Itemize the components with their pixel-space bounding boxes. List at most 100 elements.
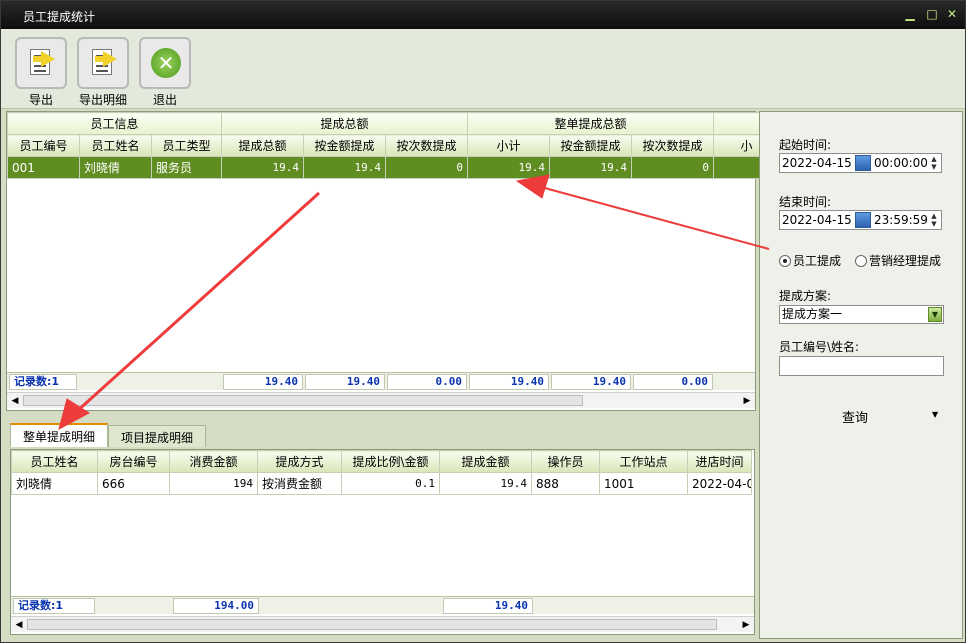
- detail-tabs: 整单提成明细 项目提成明细: [6, 421, 756, 447]
- column-header[interactable]: 提成金额: [439, 450, 532, 473]
- tab-item-commission-detail[interactable]: 项目提成明细: [108, 425, 207, 447]
- title-bar: 员工提成统计 ▁ □ ✕: [1, 1, 965, 29]
- scroll-right-icon[interactable]: ▶: [740, 394, 754, 408]
- minimize-icon[interactable]: ▁: [903, 7, 917, 21]
- cell: 19.4: [439, 472, 532, 495]
- summary-footer: 记录数:1 19.40 19.40 0.00 19.40 19.40 0.00: [7, 372, 755, 390]
- record-count: 记录数:1: [13, 598, 95, 614]
- column-header[interactable]: 员工姓名: [11, 450, 98, 473]
- end-time-value[interactable]: 23:59:59: [874, 211, 928, 229]
- calendar-icon[interactable]: [855, 212, 871, 228]
- scheme-select[interactable]: 提成方案一 ▼: [779, 305, 944, 324]
- column-header[interactable]: 员工姓名: [79, 134, 152, 157]
- start-date-value[interactable]: 2022-04-15: [782, 154, 852, 172]
- horizontal-scrollbar[interactable]: ◀ ▶: [7, 392, 755, 408]
- end-datetime-picker[interactable]: 2022-04-15 23:59:59 ▲ ▼: [779, 210, 942, 230]
- cell: 194: [169, 472, 258, 495]
- export-label: 导出: [28, 93, 53, 107]
- column-header[interactable]: 房台编号: [97, 450, 170, 473]
- cell: 19.4: [303, 156, 387, 179]
- commission-summary-panel: 员工信息 提成总额 整单提成总额 员工编号 员工姓名 员工类型 提成总额 按金额…: [6, 111, 781, 411]
- end-date-value[interactable]: 2022-04-15: [782, 211, 852, 229]
- summary-value: 0.00: [633, 374, 713, 390]
- column-header[interactable]: 按次数提成: [385, 134, 469, 157]
- radio-employee-commission[interactable]: 员工提成: [779, 252, 841, 269]
- band-order-commission-total: 整单提成总额: [467, 112, 715, 135]
- spin-icon[interactable]: ▲ ▼: [928, 155, 940, 171]
- summary-value: 0.00: [387, 374, 467, 390]
- radio-label: 员工提成: [793, 254, 842, 268]
- radio-manager-commission[interactable]: 营销经理提成: [855, 252, 941, 269]
- column-header[interactable]: 提成总额: [221, 134, 305, 157]
- cell: 19.4: [467, 156, 551, 179]
- chevron-down-icon[interactable]: ▼: [928, 307, 942, 322]
- cell: 0: [631, 156, 715, 179]
- column-header[interactable]: 提成方式: [257, 450, 342, 473]
- radio-label: 营销经理提成: [869, 254, 942, 268]
- start-time-value[interactable]: 00:00:00: [874, 154, 928, 172]
- export-icon: [15, 37, 67, 89]
- column-header[interactable]: 进店时间: [687, 450, 752, 473]
- cell: 19.4: [221, 156, 305, 179]
- table-row[interactable]: 001 刘晓倩 服务员 19.4 19.4 0 19.4 19.4 0: [7, 156, 781, 179]
- summary-value: 19.40: [469, 374, 549, 390]
- column-header[interactable]: 工作站点: [599, 450, 688, 473]
- exit-button[interactable]: ✕ 退出: [135, 37, 195, 108]
- cell: 刘晓倩: [11, 472, 98, 495]
- scroll-right-icon[interactable]: ▶: [739, 618, 753, 632]
- band-employee-info: 员工信息: [6, 112, 223, 135]
- column-header[interactable]: 提成比例\金额: [341, 450, 440, 473]
- cell: 001: [7, 156, 80, 179]
- window-title: 员工提成统计: [23, 10, 96, 24]
- cell: 0: [385, 156, 469, 179]
- export-detail-label: 导出明细: [78, 93, 127, 107]
- column-header[interactable]: 按金额提成: [549, 134, 633, 157]
- commission-total: 19.40: [443, 598, 533, 614]
- calendar-icon[interactable]: [855, 155, 871, 171]
- export-detail-button[interactable]: 导出明细: [73, 37, 133, 108]
- table-row[interactable]: 刘晓倩 666 194 按消费金额 0.1 19.4 888 1001 2022…: [11, 472, 752, 495]
- column-header[interactable]: 员工类型: [150, 134, 223, 157]
- column-header[interactable]: 消费金额: [169, 450, 258, 473]
- column-header[interactable]: 按次数提成: [631, 134, 715, 157]
- radio-unchecked-icon[interactable]: [855, 255, 867, 267]
- cell: 1001: [599, 472, 688, 495]
- cell: 服务员: [150, 156, 223, 179]
- employee-filter-input[interactable]: [779, 356, 944, 376]
- horizontal-scrollbar[interactable]: ◀ ▶: [11, 616, 754, 632]
- column-header[interactable]: 按金额提成: [303, 134, 387, 157]
- summary-value: 19.40: [551, 374, 631, 390]
- start-time-label: 起始时间:: [779, 138, 832, 152]
- tab-order-commission-detail[interactable]: 整单提成明细: [10, 423, 109, 447]
- record-count: 记录数:1: [9, 374, 77, 390]
- cell: 刘晓倩: [79, 156, 152, 179]
- band-commission-total: 提成总额: [221, 112, 469, 135]
- cell: 888: [531, 472, 600, 495]
- commission-summary-table: 员工信息 提成总额 整单提成总额 员工编号 员工姓名 员工类型 提成总额 按金额…: [6, 112, 781, 179]
- toolbar: 导出 导出明细 ✕ 退出: [1, 29, 965, 109]
- exit-label: 退出: [152, 93, 177, 107]
- cell: 666: [97, 472, 170, 495]
- scheme-value: 提成方案一: [782, 307, 843, 321]
- export-button[interactable]: 导出: [11, 37, 71, 108]
- cell: 2022-04-01: [687, 472, 752, 495]
- scroll-left-icon[interactable]: ◀: [12, 618, 26, 632]
- caret-down-icon[interactable]: ▼: [932, 410, 938, 419]
- column-header[interactable]: 员工编号: [7, 134, 80, 157]
- scroll-left-icon[interactable]: ◀: [8, 394, 22, 408]
- column-header[interactable]: 操作员: [531, 450, 600, 473]
- query-button[interactable]: 查询: [842, 407, 868, 426]
- radio-checked-icon[interactable]: [779, 255, 791, 267]
- scroll-thumb[interactable]: [23, 395, 583, 406]
- spin-icon[interactable]: ▲ ▼: [928, 212, 940, 228]
- close-icon[interactable]: ✕: [945, 7, 959, 21]
- cell: 0.1: [341, 472, 440, 495]
- column-header[interactable]: 小计: [467, 134, 551, 157]
- start-datetime-picker[interactable]: 2022-04-15 00:00:00 ▲ ▼: [779, 153, 942, 173]
- maximize-icon[interactable]: □: [925, 7, 939, 21]
- summary-value: 19.40: [305, 374, 385, 390]
- consume-total: 194.00: [173, 598, 259, 614]
- export-detail-icon: [77, 37, 129, 89]
- scroll-thumb[interactable]: [27, 619, 717, 630]
- summary-value: 19.40: [223, 374, 303, 390]
